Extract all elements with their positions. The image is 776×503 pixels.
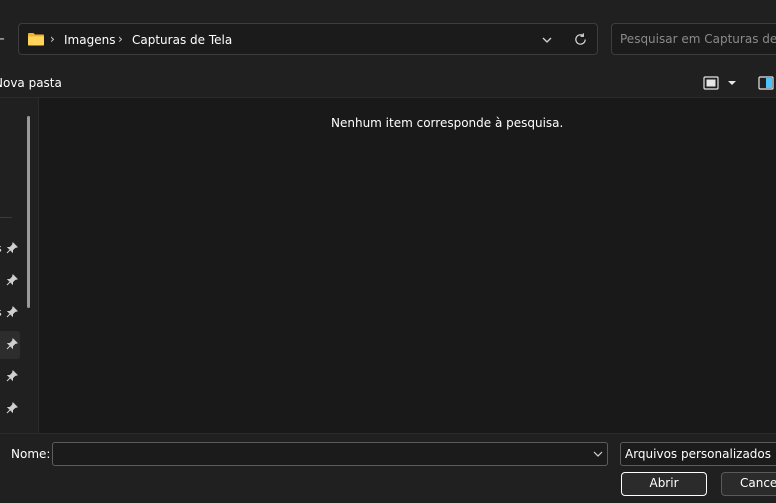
chevron-down-icon[interactable] bbox=[726, 78, 738, 88]
nav-item-label: s bbox=[0, 306, 2, 320]
nav-scrollbar[interactable] bbox=[27, 116, 30, 308]
cancel-button[interactable]: Cancelar bbox=[721, 472, 776, 496]
nav-item-label: s bbox=[0, 242, 2, 256]
file-type-select[interactable]: Arquivos personalizados bbox=[620, 442, 776, 466]
nav-item[interactable]: s bbox=[0, 235, 20, 263]
nav-divider bbox=[0, 217, 12, 218]
folder-icon bbox=[28, 33, 44, 46]
pin-icon bbox=[6, 402, 18, 414]
empty-results-message: Nenhum item corresponde à pesquisa. bbox=[331, 116, 564, 130]
nav-item[interactable] bbox=[0, 363, 20, 391]
nav-item-selected[interactable] bbox=[0, 331, 20, 359]
search-input[interactable]: Pesquisar em Capturas de T... bbox=[611, 23, 776, 55]
nav-item[interactable] bbox=[0, 267, 20, 295]
nav-item[interactable] bbox=[0, 395, 20, 423]
nav-item[interactable]: s bbox=[0, 299, 20, 327]
open-button[interactable]: Abrir bbox=[621, 472, 707, 496]
chevron-down-icon[interactable] bbox=[592, 448, 604, 460]
details-pane-icon[interactable] bbox=[758, 76, 774, 90]
pin-icon bbox=[6, 274, 18, 286]
chevron-right-icon: › bbox=[118, 32, 123, 46]
breadcrumb-capturas-de-tela[interactable]: Capturas de Tela bbox=[132, 32, 232, 48]
chevron-right-icon: › bbox=[50, 32, 55, 46]
breadcrumb-imagens[interactable]: Imagens bbox=[64, 32, 115, 48]
chevron-down-icon[interactable] bbox=[540, 33, 554, 47]
file-name-label: Nome: bbox=[11, 447, 51, 461]
address-bar[interactable]: › Imagens › Capturas de Tela bbox=[18, 23, 598, 55]
pin-icon bbox=[6, 242, 18, 254]
command-bar bbox=[0, 68, 776, 98]
pin-icon bbox=[6, 338, 18, 350]
back-arrow-icon[interactable]: ← bbox=[0, 30, 8, 50]
file-name-input[interactable] bbox=[52, 442, 608, 466]
pin-icon bbox=[6, 370, 18, 382]
view-icon[interactable] bbox=[703, 76, 719, 90]
pin-icon bbox=[6, 306, 18, 318]
refresh-icon[interactable] bbox=[573, 32, 588, 47]
new-folder-button[interactable]: Nova pasta bbox=[0, 76, 62, 90]
